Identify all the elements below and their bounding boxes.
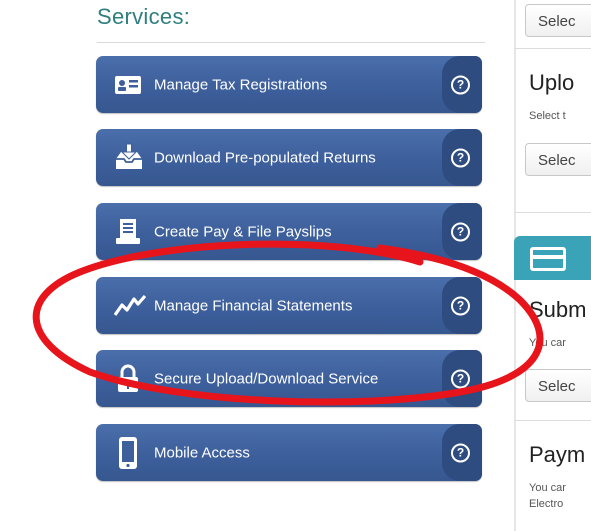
chart-line-icon [113, 291, 147, 321]
mobile-access-button[interactable]: Mobile Access ? [96, 424, 482, 481]
payslip-icon [114, 217, 142, 247]
service-label: Secure Upload/Download Service [154, 370, 379, 387]
mobile-phone-icon [114, 436, 142, 469]
services-title: Services: [97, 4, 191, 29]
payment-heading: Paym [529, 442, 586, 467]
credit-card-icon [530, 247, 566, 271]
service-label: Mobile Access [154, 444, 250, 461]
submit-heading: Subm [529, 297, 587, 322]
help-icon[interactable]: ? [451, 75, 470, 94]
help-icon[interactable]: ? [451, 296, 470, 315]
service-label: Manage Tax Registrations [154, 76, 328, 93]
select-dropdown-top[interactable]: Selec [525, 4, 591, 37]
manage-tax-registrations-button[interactable]: Manage Tax Registrations ? [96, 56, 482, 113]
help-icon[interactable]: ? [451, 148, 470, 167]
help-icon[interactable]: ? [451, 222, 470, 241]
secure-upload-download-service-button[interactable]: Secure Upload/Download Service ? [96, 350, 482, 407]
upload-select-dropdown[interactable]: Selec [525, 143, 591, 176]
page: Services: Manage Tax Registrations ? Dow… [0, 0, 591, 531]
id-card-icon [114, 70, 142, 100]
lock-icon [114, 364, 142, 394]
download-prepopulated-returns-button[interactable]: Download Pre-populated Returns ? [96, 129, 482, 186]
service-label: Download Pre-populated Returns [154, 149, 376, 166]
help-icon[interactable]: ? [451, 369, 470, 388]
service-label: Manage Financial Statements [154, 297, 353, 314]
upload-heading: Uplo [529, 70, 575, 95]
download-tray-icon [114, 143, 142, 173]
submit-subtext: You car [529, 337, 566, 349]
payment-subtext-line1: You car [529, 482, 566, 494]
help-icon[interactable]: ? [451, 443, 470, 462]
divider [97, 42, 485, 43]
service-label: Create Pay & File Payslips [154, 223, 332, 240]
payment-subtext-line2: Electro [529, 498, 564, 510]
upload-subtext: Select t [529, 110, 566, 122]
panel-separator [514, 48, 591, 49]
panel-separator [514, 212, 591, 213]
manage-financial-statements-button[interactable]: Manage Financial Statements ? [96, 277, 482, 334]
create-pay-file-payslips-button[interactable]: Create Pay & File Payslips ? [96, 203, 482, 260]
panel-separator [514, 420, 591, 421]
submit-select-dropdown[interactable]: Selec [525, 369, 591, 402]
